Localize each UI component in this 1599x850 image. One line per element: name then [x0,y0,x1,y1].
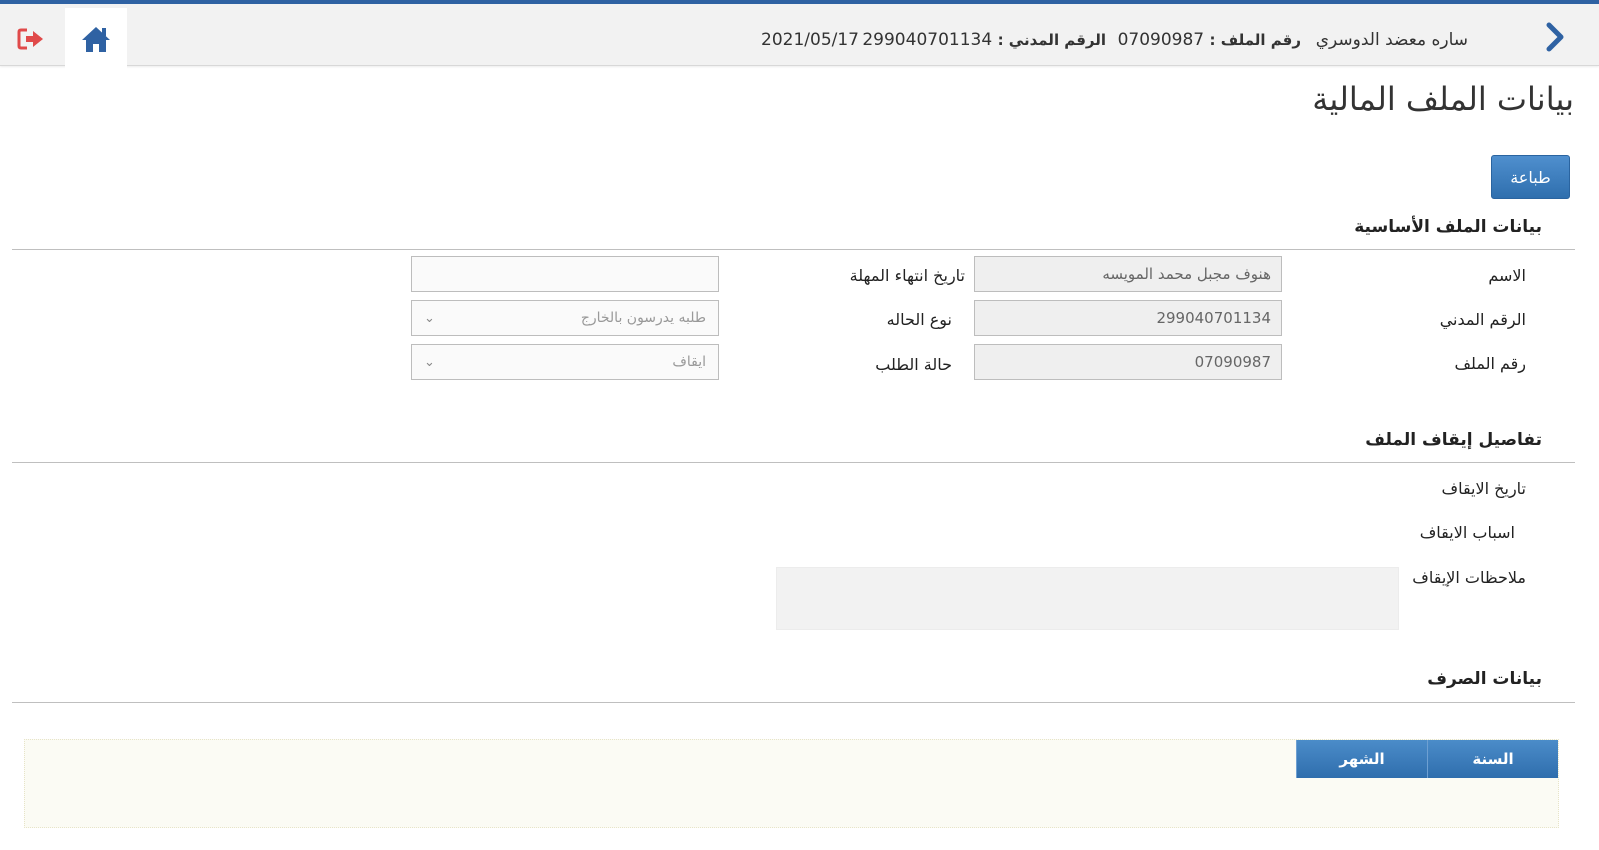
case-type-value: طلبه يدرسون بالخارج [580,310,706,326]
chevron-down-icon: ⌄ [424,354,435,370]
civil-id-info: الرقم المدني : 299040701134 [862,30,1106,50]
section-divider [12,249,1575,250]
name-label: الاسم [1488,266,1526,285]
section-divider [12,462,1575,463]
print-button[interactable]: طباعة [1491,155,1570,199]
request-status-select[interactable]: ايقاف ⌄ [411,344,719,380]
file-number-form-label: رقم الملف [1454,354,1526,373]
home-button[interactable] [65,8,127,69]
page-title: بيانات الملف المالية [1312,80,1574,118]
suspension-section-title: تفاصيل إيقاف الملف [1365,430,1542,450]
suspension-notes-field[interactable] [776,567,1399,630]
file-number-info: رقم الملف : 07090987 [1118,30,1301,50]
header-date: 2021/05/17 [761,30,859,50]
column-header-year[interactable]: السنة [1427,740,1558,778]
civil-id-field[interactable] [974,300,1282,336]
chevron-right-icon[interactable] [1543,22,1567,52]
case-type-select[interactable]: طلبه يدرسون بالخارج ⌄ [411,300,719,336]
sign-out-icon[interactable] [17,28,45,50]
payment-grid: السنة الشهر [24,739,1559,828]
request-status-value: ايقاف [672,354,706,370]
suspension-date-label: تاريخ الايقاف [1441,479,1527,498]
chevron-down-icon: ⌄ [424,310,435,326]
deadline-label: تاريخ انتهاء المهلة [849,266,965,285]
civil-id-form-label: الرقم المدني [1439,310,1526,329]
case-type-label: نوع الحاله [886,310,952,329]
column-header-month[interactable]: الشهر [1296,740,1427,778]
file-number-value: 07090987 [1117,30,1205,50]
top-bar: ساره معضد الدوسري رقم الملف : 07090987 ا… [0,0,1599,69]
request-status-label: حالة الطلب [875,355,952,374]
deadline-field[interactable] [411,256,719,292]
civil-id-value: 299040701134 [862,30,993,50]
suspension-notes-label: ملاحظات الإيقاف [1412,568,1526,587]
home-icon [82,26,110,52]
payment-section-title: بيانات الصرف [1427,669,1542,689]
file-number-field[interactable] [974,344,1282,380]
file-number-label: رقم الملف : [1209,31,1301,49]
user-name: ساره معضد الدوسري [1315,30,1468,50]
civil-id-label: الرقم المدني : [997,31,1106,49]
name-field[interactable] [974,256,1282,292]
basic-section-title: بيانات الملف الأساسية [1354,217,1542,237]
section-divider [12,702,1575,703]
suspension-reasons-label: اسباب الايقاف [1419,523,1515,542]
